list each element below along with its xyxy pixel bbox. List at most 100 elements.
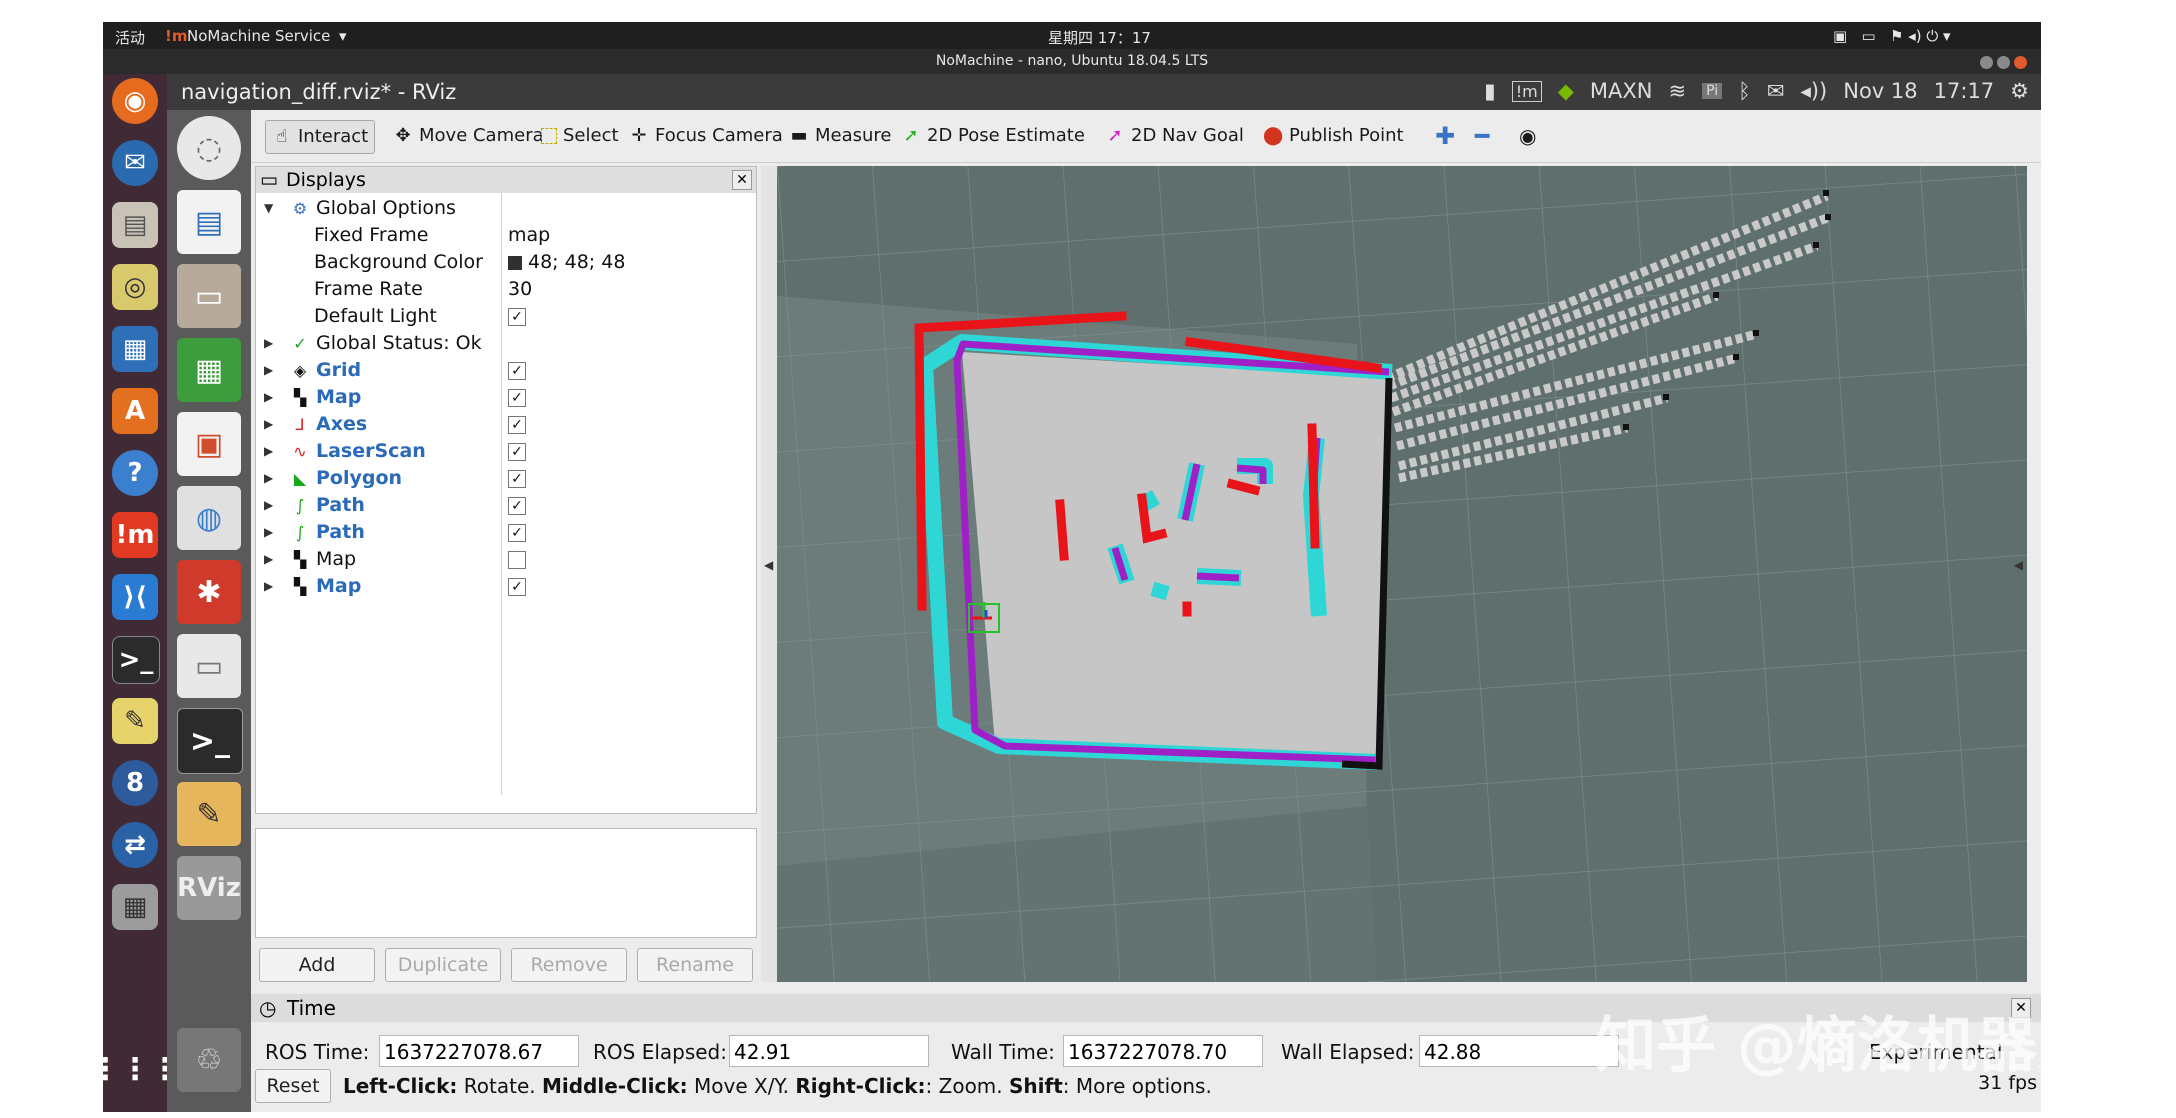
nvidia-icon[interactable]: ◆ — [1558, 79, 1574, 103]
add-button[interactable]: Add — [259, 948, 375, 982]
tray-time[interactable]: 17:17 — [1934, 79, 1995, 103]
window-controls[interactable] — [1976, 54, 2027, 73]
collapse-arrow-icon[interactable]: ▶ — [264, 384, 273, 411]
collapse-arrow-icon[interactable]: ▶ — [264, 330, 273, 357]
select-tool[interactable]: Select — [535, 120, 625, 152]
document-viewer-icon[interactable]: ▤ — [177, 190, 241, 254]
reset-button[interactable]: Reset — [255, 1069, 331, 1103]
display-item-polygon[interactable]: ▶ ◣ Polygon ✓ — [256, 465, 756, 492]
chevron-left-icon[interactable]: ◀ — [764, 558, 773, 572]
collapse-arrow-icon[interactable]: ▶ — [264, 573, 273, 600]
collapse-arrow-icon[interactable]: ▶ — [264, 438, 273, 465]
measure-tool[interactable]: ▬ Measure — [783, 120, 898, 152]
activities-button[interactable]: 活动 — [115, 27, 145, 48]
display-item-map[interactable]: ▶ ▚ Map — [256, 546, 756, 573]
display-checkbox[interactable]: ✓ — [508, 416, 526, 434]
thunderbird-icon[interactable]: ✉ — [112, 140, 158, 186]
display-checkbox[interactable]: ✓ — [508, 389, 526, 407]
map-visualization[interactable] — [777, 166, 2027, 982]
display-checkbox[interactable]: ✓ — [508, 524, 526, 542]
store-icon[interactable]: ◍ — [177, 486, 241, 550]
firefox-icon[interactable]: ◉ — [112, 78, 158, 124]
mail-icon[interactable]: ✉ — [1767, 79, 1785, 103]
collapse-arrow-icon[interactable]: ▶ — [264, 492, 273, 519]
rhythmbox-icon[interactable]: ◎ — [112, 264, 158, 310]
ubuntu-settings-icon[interactable]: ◌ — [177, 116, 241, 180]
notes-icon[interactable]: ✎ — [177, 782, 241, 846]
tray-date[interactable]: Nov 18 — [1843, 79, 1917, 103]
display-checkbox[interactable]: ✓ — [508, 470, 526, 488]
network-tool-icon[interactable]: ⇄ — [112, 822, 158, 868]
close-icon[interactable] — [2014, 56, 2027, 69]
ros-icon[interactable]: 8 — [112, 760, 158, 806]
display-checkbox[interactable]: ✓ — [508, 578, 526, 596]
collapse-arrow-icon[interactable]: ▶ — [264, 465, 273, 492]
nomachine-dock-icon[interactable]: !m — [112, 512, 158, 558]
power-mode-label[interactable]: MAXN — [1590, 79, 1653, 103]
focus-camera-tool[interactable]: ✛ Focus Camera — [623, 120, 789, 152]
default-light-checkbox[interactable]: ✓ — [508, 308, 526, 326]
property-row[interactable]: Fixed Frame map — [256, 222, 756, 249]
bluetooth-icon[interactable]: ᛒ — [1738, 79, 1751, 103]
drive-icon[interactable]: ▭ — [177, 634, 241, 698]
nav-goal-tool[interactable]: ➚ 2D Nav Goal — [1099, 120, 1250, 152]
app-menu[interactable]: NoMachine Service — [187, 27, 330, 45]
system-tools-icon[interactable]: ✱ — [177, 560, 241, 624]
system-tray-icons[interactable]: ▣ ▭ ⚑ ◂) ⏻ ▾ — [1833, 27, 1950, 45]
collapse-arrow-icon[interactable]: ▶ — [264, 357, 273, 384]
property-row[interactable]: Background Color 48; 48; 48 — [256, 249, 756, 276]
collapse-arrow-icon[interactable]: ▶ — [264, 519, 273, 546]
interact-tool[interactable]: ☝ Interact — [265, 120, 376, 154]
pose-estimate-tool[interactable]: ➚ 2D Pose Estimate — [895, 120, 1091, 152]
volume-icon[interactable]: ◂)) — [1800, 79, 1827, 103]
collapse-arrow-icon[interactable]: ▶ — [264, 411, 273, 438]
display-checkbox[interactable]: ✓ — [508, 443, 526, 461]
display-item-axes[interactable]: ▶ ⅃ Axes ✓ — [256, 411, 756, 438]
software-center-icon[interactable]: A — [112, 388, 158, 434]
writer-icon[interactable]: ▦ — [112, 326, 158, 372]
display-checkbox[interactable] — [508, 551, 526, 569]
collapse-arrow-icon[interactable]: ▶ — [264, 546, 273, 573]
display-item-map[interactable]: ▶ ▚ Map ✓ — [256, 573, 756, 600]
property-row[interactable]: Default Light ✓ — [256, 303, 756, 330]
3d-render-view[interactable]: ◀ — [777, 166, 2027, 982]
add-tool-button[interactable]: ✚ — [1429, 120, 1461, 152]
clipboard-icon[interactable]: ▮ — [1484, 79, 1496, 103]
nomachine-tray-icon[interactable]: !m — [1511, 80, 1542, 102]
pi-icon[interactable]: Pi — [1702, 83, 1723, 99]
display-item-path[interactable]: ▶ ∫ Path ✓ — [256, 492, 756, 519]
file-cabinet-icon[interactable]: ▭ — [177, 264, 241, 328]
settings-gear-icon[interactable]: ⚙ — [2010, 79, 2029, 103]
ros-elapsed-field[interactable]: 42.91 — [729, 1035, 929, 1067]
help-icon[interactable]: ? — [112, 450, 158, 496]
display-checkbox[interactable]: ✓ — [508, 362, 526, 380]
display-item-path[interactable]: ▶ ∫ Path ✓ — [256, 519, 756, 546]
property-row[interactable]: Frame Rate 30 — [256, 276, 756, 303]
remove-button[interactable]: Remove — [511, 948, 627, 982]
calculator-icon[interactable]: ▦ — [112, 884, 158, 930]
wall-time-field[interactable]: 1637227078.70 — [1063, 1035, 1263, 1067]
close-panel-button[interactable]: ✕ — [732, 170, 752, 190]
wifi-icon[interactable]: ≋ — [1668, 79, 1686, 103]
show-apps-icon[interactable]: ⋮⋮⋮ — [103, 1046, 180, 1092]
display-item-grid[interactable]: ▶ ◈ Grid ✓ — [256, 357, 756, 384]
display-item-laserscan[interactable]: ▶ ∿ LaserScan ✓ — [256, 438, 756, 465]
expand-arrow-icon[interactable]: ▼ — [264, 195, 273, 222]
minimize-icon[interactable] — [1980, 56, 1993, 69]
impress-icon[interactable]: ▣ — [177, 412, 241, 476]
terminal-icon[interactable]: >_ — [112, 636, 160, 684]
files-icon[interactable]: ▤ — [112, 202, 158, 248]
rviz-icon[interactable]: RViz — [177, 856, 241, 920]
text-editor-icon[interactable]: ✎ — [112, 698, 158, 744]
system-clock[interactable]: 星期四 17：17 — [1048, 27, 1151, 48]
eye-icon[interactable]: ◉ — [1513, 120, 1542, 152]
rename-button[interactable]: Rename — [637, 948, 753, 982]
panel-splitter[interactable]: ◀ — [761, 166, 777, 982]
publish-point-tool[interactable]: ⬤ Publish Point — [1257, 120, 1410, 152]
terminal-2-icon[interactable]: >_ — [177, 708, 243, 774]
display-checkbox[interactable]: ✓ — [508, 497, 526, 515]
ros-time-field[interactable]: 1637227078.67 — [379, 1035, 579, 1067]
remove-tool-button[interactable]: ━ — [1469, 120, 1495, 152]
maximize-icon[interactable] — [1997, 56, 2010, 69]
calc-spreadsheet-icon[interactable]: ▦ — [177, 338, 241, 402]
